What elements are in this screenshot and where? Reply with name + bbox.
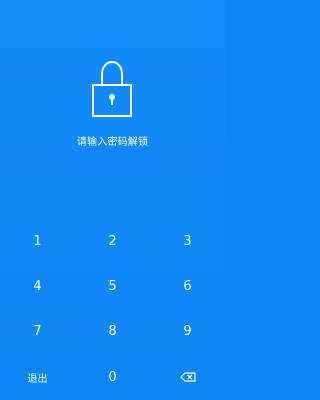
exit-button[interactable]: 退出	[0, 354, 75, 400]
unlock-prompt: 请输入密码解锁	[76, 137, 149, 148]
key-2[interactable]: 2	[75, 218, 150, 264]
key-6[interactable]: 6	[150, 264, 225, 309]
key-0[interactable]: 0	[75, 354, 150, 400]
numeric-keypad: 1 2 3 4 5 6 7 8 9 退出 0	[0, 218, 225, 400]
lock-icon	[92, 60, 132, 117]
key-3[interactable]: 3	[150, 218, 225, 264]
key-7[interactable]: 7	[0, 309, 75, 354]
backspace-icon	[179, 372, 196, 382]
key-8[interactable]: 8	[75, 309, 150, 354]
key-4[interactable]: 4	[0, 264, 75, 309]
backspace-button[interactable]	[150, 354, 225, 400]
key-5[interactable]: 5	[75, 264, 150, 309]
key-9[interactable]: 9	[150, 309, 225, 354]
key-1[interactable]: 1	[0, 218, 75, 264]
lock-screen: 请输入密码解锁 1 2 3 4 5 6 7 8 9 退出 0	[0, 0, 225, 400]
